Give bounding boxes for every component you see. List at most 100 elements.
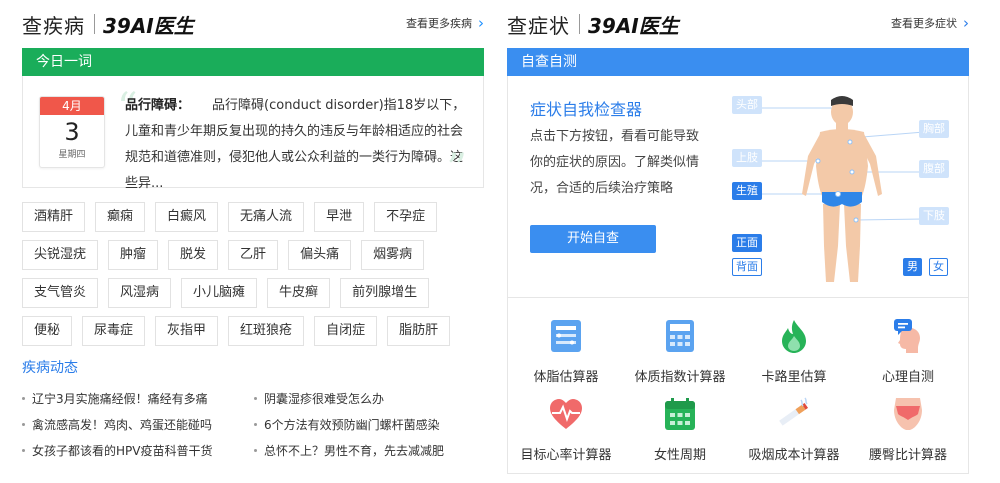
disease-tag[interactable]: 脂肪肝 bbox=[387, 316, 451, 346]
news-row: 辽宁3月实施痛经假！痛经有多痛 阴囊湿疹很难受怎么办 bbox=[22, 385, 484, 411]
word-description[interactable]: 品行障碍： 品行障碍(conduct disorder)指18岁以下，儿童和青少年… bbox=[125, 93, 471, 197]
word-of-day-bar: 今日一词 bbox=[22, 48, 484, 76]
disease-tag[interactable]: 灰指甲 bbox=[155, 316, 219, 346]
symptom-title: 查症状 bbox=[507, 13, 570, 38]
news-link[interactable]: 总怀不上？男性不育，先去减减肥 bbox=[254, 442, 484, 459]
disease-tag[interactable]: 不孕症 bbox=[374, 202, 438, 232]
disease-tag[interactable]: 尿毒症 bbox=[82, 316, 146, 346]
body-figure-icon[interactable] bbox=[728, 86, 958, 286]
bmi-calculator-icon bbox=[666, 320, 694, 352]
view-back-toggle[interactable]: 背面 bbox=[732, 258, 762, 276]
news-link[interactable]: 女孩子都该看的HPV疫苗科普干货 bbox=[22, 442, 254, 459]
disease-tag[interactable]: 风湿病 bbox=[108, 278, 172, 308]
disease-tag[interactable]: 偏头痛 bbox=[288, 240, 352, 270]
tool-label: 腰臀比计算器 bbox=[868, 448, 947, 463]
disease-tag[interactable]: 脱发 bbox=[168, 240, 219, 270]
waist-hip-icon bbox=[894, 398, 922, 430]
psychology-head-icon bbox=[894, 319, 920, 353]
view-front-toggle[interactable]: 正面 bbox=[732, 234, 762, 252]
tool-heart-rate[interactable]: 目标心率计算器 bbox=[508, 396, 624, 463]
tag-row: 尖锐湿疣 肿瘤 脱发 乙肝 偏头痛 烟雾病 bbox=[22, 240, 484, 270]
body-tag-lower-limb[interactable]: 下肢 bbox=[919, 207, 949, 225]
disease-tag[interactable]: 便秘 bbox=[22, 316, 73, 346]
disease-tag[interactable]: 前列腺增生 bbox=[340, 278, 430, 308]
checker-title: 症状自我检查器 bbox=[530, 100, 643, 119]
brand-logo: 39AI医生 bbox=[103, 13, 194, 38]
more-symptoms-link[interactable]: 查看更多症状 › bbox=[891, 15, 969, 31]
body-fat-icon bbox=[551, 320, 581, 352]
disease-tag[interactable]: 乙肝 bbox=[228, 240, 279, 270]
disease-tag[interactable]: 支气管炎 bbox=[22, 278, 99, 308]
news-link[interactable]: 6个方法有效预防幽门螺杆菌感染 bbox=[254, 416, 484, 433]
title-divider bbox=[579, 14, 580, 34]
tool-waist-hip[interactable]: 腰臀比计算器 bbox=[850, 396, 966, 463]
heart-rate-icon bbox=[550, 399, 582, 429]
disease-tag[interactable]: 尖锐湿疣 bbox=[22, 240, 99, 270]
body-tag-upper-limb[interactable]: 上肢 bbox=[732, 149, 762, 167]
disease-title: 查疾病 bbox=[22, 13, 85, 38]
tool-label: 吸烟成本计算器 bbox=[748, 448, 840, 463]
quote-close-icon: ” bbox=[446, 146, 467, 192]
symptom-section: 查症状 39AI医生 查看更多症状 › 自查自测 症状自我检查器 点击下方按钮，… bbox=[507, 0, 969, 474]
body-tag-abdomen[interactable]: 腹部 bbox=[919, 160, 949, 178]
symptom-header: 查症状 39AI医生 查看更多症状 › bbox=[507, 0, 969, 48]
calendar-month: 4月 bbox=[40, 97, 104, 115]
disease-tag[interactable]: 烟雾病 bbox=[361, 240, 425, 270]
news-link[interactable]: 阴囊湿疹很难受怎么办 bbox=[254, 390, 484, 407]
health-tools-grid: 体脂估算器 体质指数计算器 卡路里估算 心理自测 目标心率计算器 女性周期 吸烟… bbox=[507, 298, 969, 474]
tool-psychology[interactable]: 心理自测 bbox=[850, 318, 966, 385]
body-tag-head[interactable]: 头部 bbox=[732, 96, 762, 114]
body-tag-genital[interactable]: 生殖 bbox=[732, 182, 762, 200]
start-check-button[interactable]: 开始自查 bbox=[530, 225, 656, 253]
tool-bmi[interactable]: 体质指数计算器 bbox=[622, 318, 738, 385]
disease-tag[interactable]: 肿瘤 bbox=[108, 240, 159, 270]
disease-news-title[interactable]: 疾病动态 bbox=[22, 357, 484, 377]
disease-tag[interactable]: 小儿脑瘫 bbox=[181, 278, 258, 308]
checker-description: 点击下方按钮，看看可能导致你的症状的原因。了解类似情况，合适的后续治疗策略 bbox=[530, 129, 700, 196]
disease-tags: 酒精肝 癫痫 白癜风 无痛人流 早泄 不孕症 尖锐湿疣 肿瘤 脱发 乙肝 偏头痛 烟雾病 支气管炎 风湿病… bbox=[22, 202, 484, 346]
tool-label: 体质指数计算器 bbox=[634, 370, 726, 385]
word-of-day-card[interactable]: 4月 3 星期四 “ 品行障碍： 品行障碍(conduct disorder)指1… bbox=[22, 76, 484, 192]
disease-tag[interactable]: 无痛人流 bbox=[228, 202, 305, 232]
tag-row: 便秘 尿毒症 灰指甲 红斑狼疮 自闭症 脂肪肝 bbox=[22, 316, 484, 346]
tool-label: 卡路里估算 bbox=[761, 370, 827, 385]
brand-logo: 39AI医生 bbox=[588, 13, 679, 38]
gender-female-toggle[interactable]: 女 bbox=[929, 258, 948, 276]
self-check-bar: 自查自测 bbox=[507, 48, 969, 76]
calorie-flame-icon bbox=[782, 320, 806, 353]
tag-row: 支气管炎 风湿病 小儿脑瘫 牛皮癣 前列腺增生 bbox=[22, 278, 484, 308]
disease-tag[interactable]: 牛皮癣 bbox=[267, 278, 331, 308]
disease-tag[interactable]: 白癜风 bbox=[155, 202, 219, 232]
tool-calorie[interactable]: 卡路里估算 bbox=[736, 318, 852, 385]
gender-male-toggle[interactable]: 男 bbox=[903, 258, 922, 276]
word-term: 品行障碍： bbox=[125, 98, 191, 113]
news-link[interactable]: 辽宁3月实施痛经假！痛经有多痛 bbox=[22, 390, 254, 407]
cigarette-icon bbox=[779, 397, 809, 426]
disease-tag[interactable]: 自闭症 bbox=[314, 316, 378, 346]
calendar-cycle-icon bbox=[665, 398, 695, 430]
calendar-weekday: 星期四 bbox=[58, 150, 86, 160]
news-row: 女孩子都该看的HPV疫苗科普干货 总怀不上？男性不育，先去减减肥 bbox=[22, 437, 484, 463]
tool-body-fat[interactable]: 体脂估算器 bbox=[508, 318, 624, 385]
title-divider bbox=[94, 14, 95, 34]
body-tag-chest[interactable]: 胸部 bbox=[919, 120, 949, 138]
disease-header: 查疾病 39AI医生 查看更多疾病 › bbox=[22, 0, 484, 48]
disease-section: 查疾病 39AI医生 查看更多疾病 › 今日一词 4月 3 星期四 “ 品行障碍… bbox=[22, 0, 484, 463]
tool-smoking-cost[interactable]: 吸烟成本计算器 bbox=[736, 396, 852, 463]
tool-label: 体脂估算器 bbox=[533, 370, 599, 385]
tag-row: 酒精肝 癫痫 白癜风 无痛人流 早泄 不孕症 bbox=[22, 202, 484, 232]
disease-tag[interactable]: 红斑狼疮 bbox=[228, 316, 305, 346]
disease-news-list: 辽宁3月实施痛经假！痛经有多痛 阴囊湿疹很难受怎么办 禽流感高发！鸡肉、鸡蛋还能碰吗… bbox=[22, 385, 484, 463]
tool-label: 目标心率计算器 bbox=[520, 448, 612, 463]
disease-tag[interactable]: 酒精肝 bbox=[22, 202, 86, 232]
chevron-right-icon: › bbox=[963, 13, 969, 32]
disease-tag[interactable]: 早泄 bbox=[314, 202, 365, 232]
more-diseases-link[interactable]: 查看更多疾病 › bbox=[406, 15, 484, 31]
tool-label: 心理自测 bbox=[881, 370, 934, 385]
symptom-checker-panel: 症状自我检查器 点击下方按钮，看看可能导致你的症状的原因。了解类似情况，合适的后… bbox=[507, 76, 969, 298]
news-link[interactable]: 禽流感高发！鸡肉、鸡蛋还能碰吗 bbox=[22, 416, 254, 433]
tool-female-cycle[interactable]: 女性周期 bbox=[622, 396, 738, 463]
tool-label: 女性周期 bbox=[653, 448, 706, 463]
disease-tag[interactable]: 癫痫 bbox=[95, 202, 146, 232]
calendar-day: 3 bbox=[64, 118, 80, 146]
